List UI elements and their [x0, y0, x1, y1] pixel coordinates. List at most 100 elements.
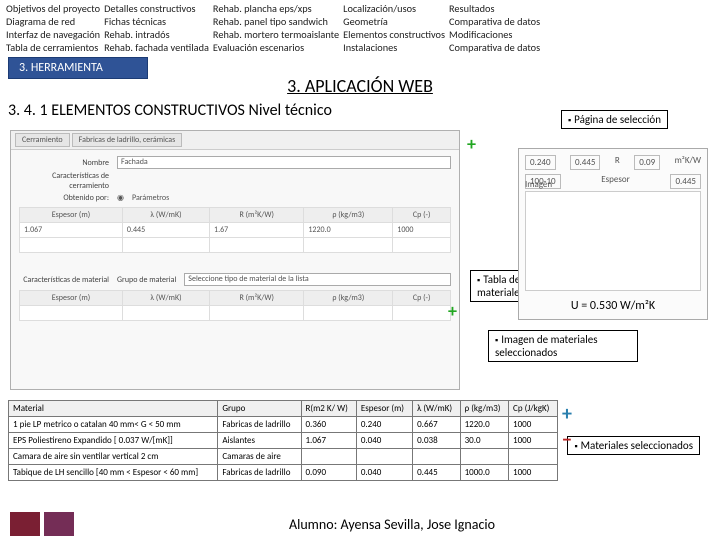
tab-fabricas[interactable]: Fabricas de ladrillo, cerámicas [72, 133, 183, 147]
cell: 0.090 [301, 465, 356, 481]
nav-link[interactable]: Elementos constructivos [343, 28, 445, 41]
col-h: ρ (kg/m3) [304, 208, 393, 223]
logos [10, 512, 74, 536]
nav-link[interactable]: Rehab. mortero termoaislante [213, 28, 339, 41]
inner-materials-table: Espesor (m)λ (W/mK)R (m²K/W)ρ (kg/m3)Cp … [19, 207, 451, 253]
label-grupo: Grupo de material [117, 275, 176, 285]
inner-empty-table: Espesor (m)λ (W/mK)R (m²K/W)ρ (kg/m3)Cp … [19, 290, 451, 321]
col-h: ρ (kg/m3) [460, 401, 508, 417]
add-remove-controls: + − [562, 402, 572, 452]
table-row: Camara de aire sin ventilar vertical 2 c… [9, 449, 558, 465]
col-h: Grupo [218, 401, 301, 417]
nav-link[interactable]: Comparativa de datos [449, 15, 540, 28]
nav-link[interactable]: Rehab. plancha eps/xps [213, 2, 339, 15]
plus-icon[interactable]: + [467, 133, 476, 155]
col-h: λ (W/mK) [122, 208, 209, 223]
val: 0.445 [670, 174, 701, 189]
nav-link[interactable]: Tabla de cerramientos [6, 41, 100, 54]
col-h: Espesor (m) [20, 208, 123, 223]
tab-cerramiento[interactable]: Cerramiento [15, 133, 70, 147]
val: 0.09 [634, 155, 660, 170]
nav-link[interactable]: Rehab. fachada ventilada [104, 41, 209, 54]
cell[interactable]: 1.67 [210, 223, 304, 238]
cell: 1000.0 [460, 465, 508, 481]
nav-link[interactable]: Rehab. panel tipo sandwich [213, 15, 339, 28]
u-value-result: U = 0.530 W/m²K [525, 299, 701, 313]
cell: 0.038 [413, 433, 460, 449]
app-title: 3. APLICACIÓN WEB [0, 75, 720, 97]
col-h: Espesor (m) [20, 291, 123, 306]
col-h: R (m²K/W) [210, 208, 304, 223]
col-h: Material [9, 401, 218, 417]
nav-link[interactable]: Detalles constructivos [104, 2, 209, 15]
nav-link[interactable]: Instalaciones [343, 41, 445, 54]
cell: Aislantes [218, 433, 301, 449]
table-row: Tabique de LH sencillo [40 mm < Espesor … [9, 465, 558, 481]
nav-link[interactable]: Comparativa de datos [449, 41, 540, 54]
plus-icon[interactable]: + [448, 300, 457, 322]
cell[interactable]: 1000 [393, 223, 451, 238]
cell: Fabricas de ladrillo [218, 417, 301, 433]
cell [356, 449, 412, 465]
nav-link[interactable]: Diagrama de red [6, 15, 100, 28]
nav-link[interactable]: Resultados [449, 2, 540, 15]
callout-materials-image: Imagen de materiales seleccionados [488, 330, 638, 362]
cell: 0.040 [356, 433, 412, 449]
plus-icon[interactable]: + [562, 402, 572, 426]
val: 0.445 [570, 155, 601, 170]
top-nav: Objetivos del proyecto Diagrama de red I… [0, 0, 720, 55]
label-obt: Obtenido por: [19, 193, 109, 203]
cell: 0.667 [413, 417, 460, 433]
nav-col-5: Resultados Comparativa de datos Modifica… [449, 2, 540, 54]
label-carac: Características de cerramiento [19, 171, 109, 191]
cell: 1000 [509, 465, 558, 481]
cell: Tabique de LH sencillo [40 mm < Espesor … [9, 465, 218, 481]
cell: 1000 [509, 417, 558, 433]
nav-col-3: Rehab. plancha eps/xps Rehab. panel tipo… [213, 2, 339, 54]
nav-link[interactable]: Modificaciones [449, 28, 540, 41]
col-h: R(m2 K/ W) [301, 401, 356, 417]
col-h: Cp (J/kgK) [509, 401, 558, 417]
val: 0.240 [525, 155, 556, 170]
minus-icon[interactable]: − [562, 428, 572, 452]
cell[interactable]: 0.445 [122, 223, 209, 238]
select-material[interactable]: Seleccione tipo de material de la lista [184, 273, 451, 286]
col-h: λ (W/mK) [413, 401, 460, 417]
r-label: R [615, 155, 620, 170]
nav-link[interactable]: Evaluación escenarios [213, 41, 339, 54]
nav-col-1: Objetivos del proyecto Diagrama de red I… [6, 2, 100, 54]
cell: 0.040 [356, 465, 412, 481]
col-h: λ (W/mK) [122, 291, 209, 306]
cell[interactable]: 1.067 [20, 223, 123, 238]
table-row: EPS Poliestireno Expandido [ 0.037 W/[mK… [9, 433, 558, 449]
col-h: Cp (-) [393, 208, 451, 223]
author-name: Alumno: Ayensa Sevilla, Jose Ignacio [74, 516, 710, 533]
label-caracm: Características de material [19, 275, 109, 285]
cell: Camara de aire sin ventilar vertical 2 c… [9, 449, 218, 465]
material-image-canvas [525, 191, 701, 291]
cell: EPS Poliestireno Expandido [ 0.037 W/[mK… [9, 433, 218, 449]
cell: 30.0 [460, 433, 508, 449]
nav-link[interactable]: Localización/usos [343, 2, 445, 15]
nav-link[interactable]: Interfaz de navegación [6, 28, 100, 41]
cell: Fabricas de ladrillo [218, 465, 301, 481]
cell [509, 449, 558, 465]
table-row: 1 pie LP metrico o catalan 40 mm< G < 50… [9, 417, 558, 433]
lbl: Espesor [601, 174, 630, 189]
nav-link[interactable]: Fichas técnicas [104, 15, 209, 28]
cell: Camaras de aire [218, 449, 301, 465]
unit: m²K/W [675, 155, 701, 170]
nav-link[interactable]: Objetivos del proyecto [6, 2, 100, 15]
label-nombre: Nombre [19, 158, 109, 168]
input-nombre[interactable]: Fachada [117, 156, 451, 169]
radio-parametros[interactable]: ◉ [117, 193, 124, 203]
col-h: R (m²K/W) [210, 291, 304, 306]
cell[interactable]: 1220.0 [304, 223, 393, 238]
nav-link[interactable]: Geometría [343, 15, 445, 28]
cell: 1 pie LP metrico o catalan 40 mm< G < 50… [9, 417, 218, 433]
cell: 1220.0 [460, 417, 508, 433]
nav-link[interactable]: Rehab. intradós [104, 28, 209, 41]
app-tabs: Cerramiento Fabricas de ladrillo, cerámi… [11, 131, 459, 150]
radio-label: Parámetros [132, 193, 169, 203]
cell: 0.240 [356, 417, 412, 433]
